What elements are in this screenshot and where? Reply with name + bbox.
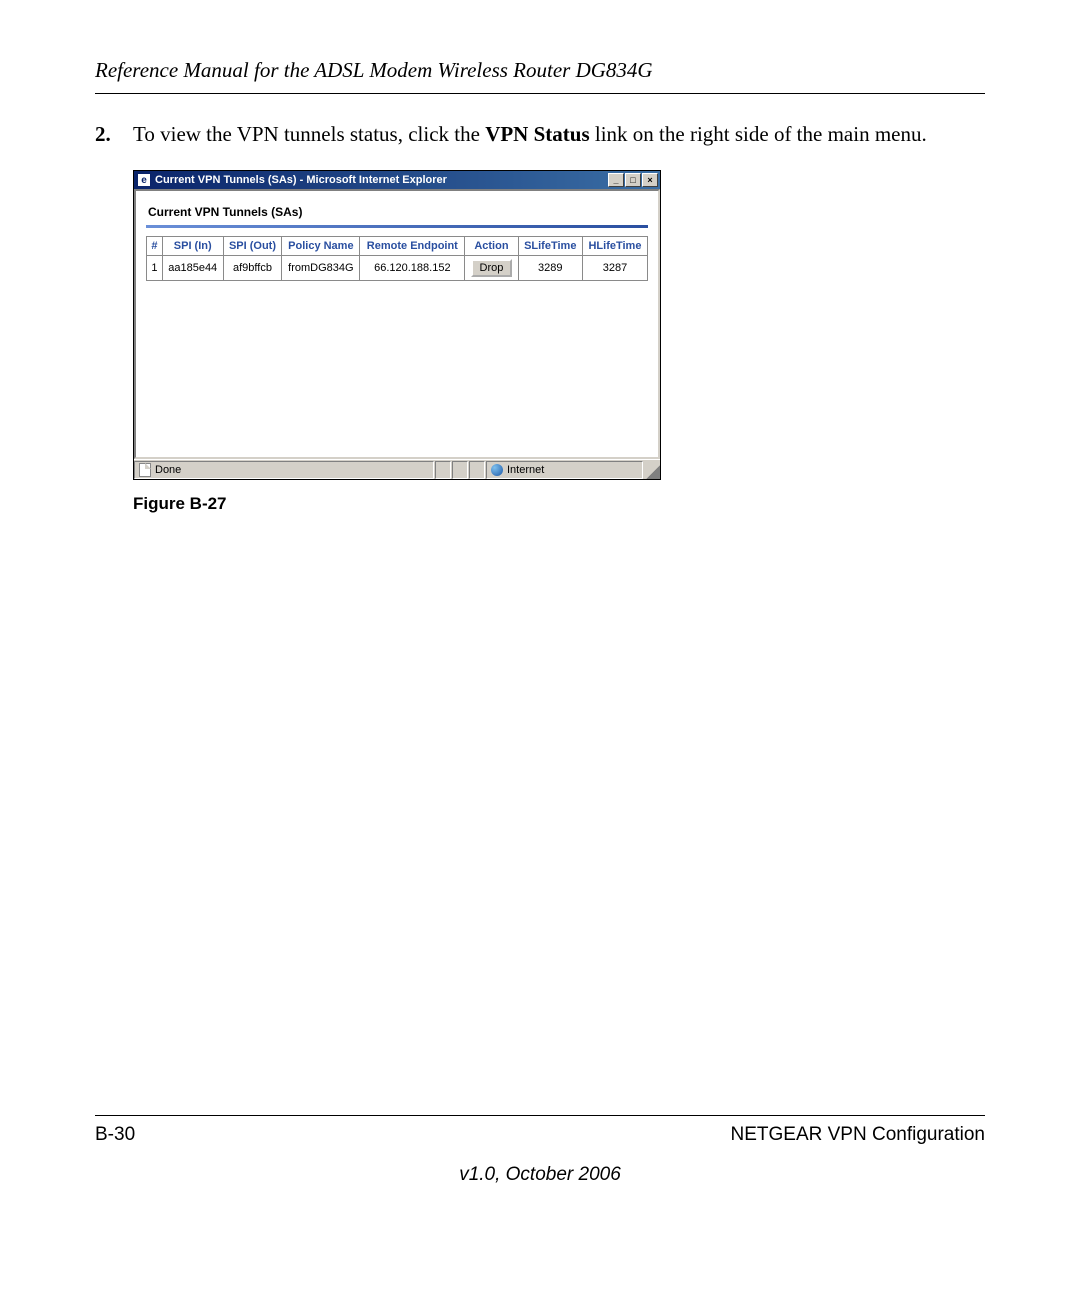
col-action: Action [465,237,518,256]
cell-num: 1 [147,256,163,281]
cell-action: Drop [465,256,518,281]
status-zone-text: Internet [507,464,544,476]
status-sep-2 [452,461,468,479]
cell-hlife: 3287 [582,256,647,281]
screenshot-window: e Current VPN Tunnels (SAs) - Microsoft … [133,170,661,480]
status-sep-3 [469,461,485,479]
footer-section: NETGEAR VPN Configuration [731,1124,986,1146]
footer-version: v1.0, October 2006 [95,1164,985,1186]
footer-page-number: B-30 [95,1124,135,1146]
step-number: 2. [95,120,133,148]
cell-spi-in: aa185e44 [162,256,223,281]
cell-spi-out: af9bffcb [223,256,282,281]
col-spi-out: SPI (Out) [223,237,282,256]
col-policy-name: Policy Name [282,237,360,256]
window-titlebar: e Current VPN Tunnels (SAs) - Microsoft … [134,171,660,189]
col-num: # [147,237,163,256]
status-done-text: Done [155,464,181,476]
vpn-tunnels-table: # SPI (In) SPI (Out) Policy Name Remote … [146,236,648,281]
step-text: To view the VPN tunnels status, click th… [133,120,985,148]
col-spi-in: SPI (In) [162,237,223,256]
window-title: Current VPN Tunnels (SAs) - Microsoft In… [155,174,608,186]
header-rule [95,93,985,94]
minimize-button[interactable]: _ [608,173,624,187]
page-footer: B-30 NETGEAR VPN Configuration v1.0, Oct… [95,1115,985,1186]
col-slifetime: SLifeTime [518,237,582,256]
panel-title: Current VPN Tunnels (SAs) [148,205,648,219]
footer-rule [95,1115,985,1116]
status-bar: Done Internet [134,459,660,479]
col-remote-endpoint: Remote Endpoint [360,237,465,256]
status-done-cell: Done [134,461,434,479]
close-button[interactable]: × [642,173,658,187]
page-icon [139,463,151,477]
cell-slife: 3289 [518,256,582,281]
step-text-bold: VPN Status [485,122,589,146]
step-text-before: To view the VPN tunnels status, click th… [133,122,485,146]
panel-divider [146,225,648,228]
drop-button[interactable]: Drop [471,259,513,277]
ie-icon: e [137,173,151,187]
page-header-title: Reference Manual for the ADSL Modem Wire… [95,58,985,83]
globe-icon [491,464,503,476]
cell-endpoint: 66.120.188.152 [360,256,465,281]
figure-caption: Figure B-27 [133,494,985,514]
table-header-row: # SPI (In) SPI (Out) Policy Name Remote … [147,237,648,256]
instruction-step: 2. To view the VPN tunnels status, click… [95,120,985,148]
resize-gripper-icon[interactable] [644,461,660,479]
table-row: 1 aa185e44 af9bffcb fromDG834G 66.120.18… [147,256,648,281]
status-sep-1 [435,461,451,479]
step-text-after: link on the right side of the main menu. [590,122,927,146]
status-zone-cell: Internet [486,461,643,479]
window-client-area: Current VPN Tunnels (SAs) # SPI (In) SPI… [134,189,660,459]
col-hlifetime: HLifeTime [582,237,647,256]
maximize-button[interactable]: □ [625,173,641,187]
cell-policy: fromDG834G [282,256,360,281]
